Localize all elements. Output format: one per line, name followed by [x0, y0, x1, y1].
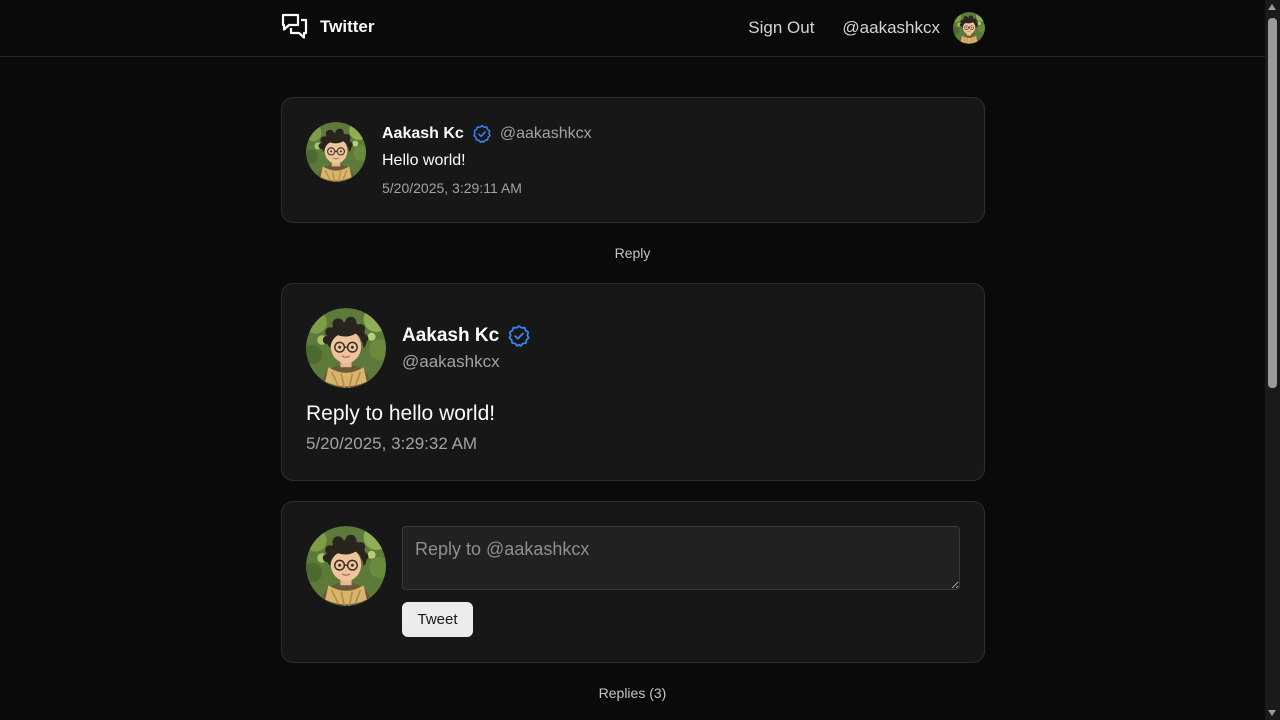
chat-bubbles-icon	[281, 13, 308, 41]
scroll-up-arrow-icon[interactable]	[1268, 4, 1276, 10]
author-name[interactable]: Aakash Kc	[402, 325, 499, 347]
nav-actions: Sign Out @aakashkcx	[748, 12, 985, 44]
nav-avatar[interactable]	[953, 12, 985, 44]
main-tweet-timestamp: 5/20/2025, 3:29:32 AM	[306, 434, 478, 453]
replies-count-label: Replies (3)	[598, 685, 667, 701]
parent-tweet-header: Aakash Kc @aakashkcx	[382, 124, 592, 144]
sign-out-button[interactable]: Sign Out	[748, 18, 814, 38]
parent-tweet-avatar[interactable]	[306, 122, 366, 182]
parent-tweet-card[interactable]: Aakash Kc @aakashkcx Hello world! 5/20/2…	[281, 97, 985, 223]
main-tweet-card: Aakash Kc @aakashkcx Reply to hello worl…	[281, 283, 985, 481]
author-handle[interactable]: @aakashkcx	[402, 352, 500, 372]
verified-badge-icon	[507, 324, 531, 348]
author-name[interactable]: Aakash Kc	[382, 125, 464, 143]
reply-label: Reply	[614, 245, 651, 261]
current-user-handle[interactable]: @aakashkcx	[842, 18, 940, 38]
main-tweet-header: Aakash Kc	[402, 324, 531, 348]
scrollbar-thumb[interactable]	[1268, 18, 1277, 388]
scroll-down-arrow-icon[interactable]	[1268, 710, 1276, 716]
main-tweet-avatar[interactable]	[306, 308, 386, 388]
page-scrollbar[interactable]	[1265, 0, 1280, 720]
navbar: Twitter Sign Out @aakashkcx	[0, 0, 1265, 57]
author-handle[interactable]: @aakashkcx	[500, 125, 592, 143]
tweet-button[interactable]: Tweet	[402, 602, 473, 637]
reply-textarea[interactable]	[402, 526, 960, 590]
main-tweet-content: Reply to hello world!	[306, 402, 496, 425]
verified-badge-icon	[472, 124, 492, 144]
parent-tweet-content: Hello world!	[382, 152, 466, 169]
brand-link[interactable]: Twitter	[281, 13, 374, 41]
reply-composer: Tweet	[281, 501, 985, 663]
parent-tweet-timestamp: 5/20/2025, 3:29:11 AM	[382, 180, 522, 196]
brand-name: Twitter	[320, 17, 375, 36]
composer-avatar	[306, 526, 386, 606]
